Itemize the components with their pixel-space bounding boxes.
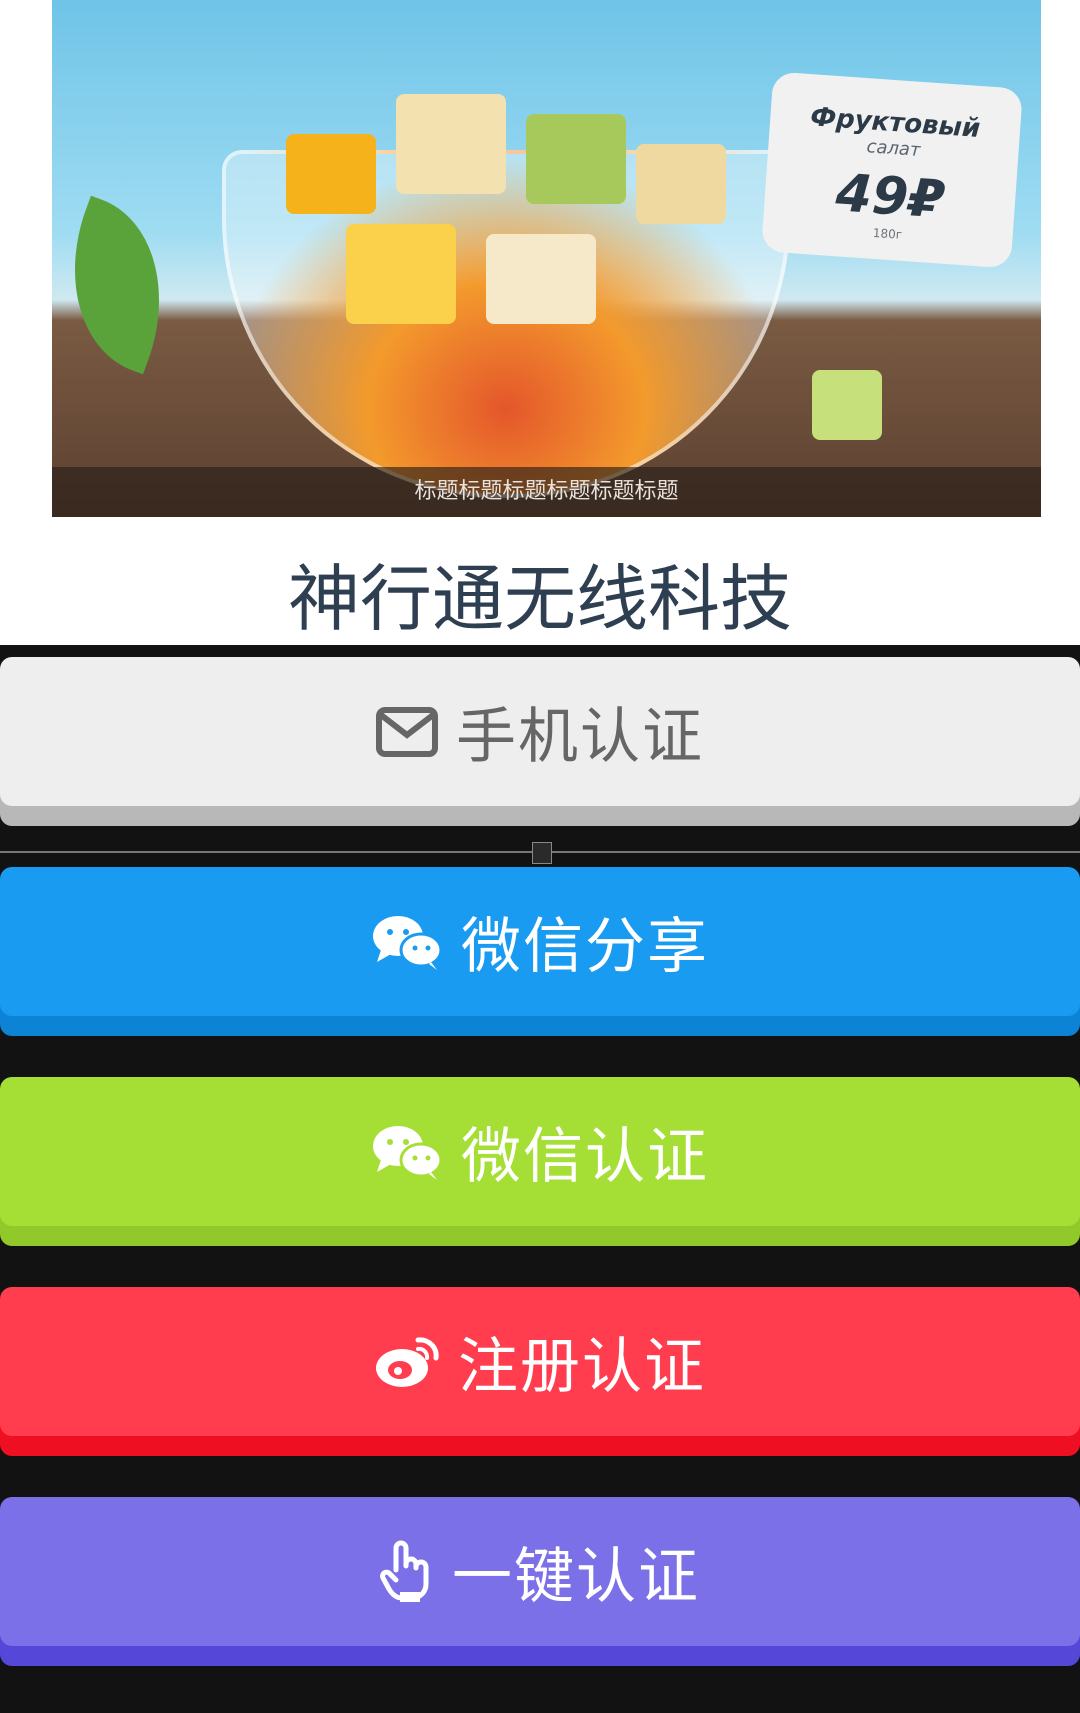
wechat-share-button[interactable]: 微信分享 bbox=[0, 867, 1080, 1016]
page-title: 神行通无线科技 bbox=[287, 557, 792, 641]
wechat-icon bbox=[371, 912, 443, 972]
fruit-cube bbox=[346, 224, 456, 324]
wechat-auth-button[interactable]: 微信认证 bbox=[0, 1077, 1080, 1226]
register-auth-label: 注册认证 bbox=[458, 1332, 706, 1402]
envelope-icon bbox=[376, 706, 438, 757]
banner-caption: 标题标题标题标题标题标题 bbox=[52, 467, 1041, 517]
fruit-bowl bbox=[222, 94, 790, 498]
one-click-auth-label: 一键认证 bbox=[452, 1542, 700, 1612]
wechat-share-label: 微信分享 bbox=[461, 912, 709, 982]
broken-image-icon bbox=[532, 842, 552, 864]
wechat-auth-label: 微信认证 bbox=[461, 1122, 709, 1192]
phone-auth-label: 手机认证 bbox=[456, 702, 704, 772]
weibo-icon bbox=[374, 1334, 440, 1390]
wechat-icon bbox=[371, 1122, 443, 1182]
fruit-cube bbox=[286, 134, 376, 214]
hand-pointer-icon bbox=[380, 1540, 434, 1604]
phone-auth-button[interactable]: 手机认证 bbox=[0, 657, 1080, 806]
fruit-cube bbox=[396, 94, 506, 194]
fruit-cube bbox=[526, 114, 626, 204]
price-tag: Фруктовый салат 49₽ 180г bbox=[761, 71, 1023, 269]
fruit-cube bbox=[636, 144, 726, 224]
header-area: Фруктовый салат 49₽ 180г 标题标题标题标题标题标题 神行… bbox=[0, 0, 1080, 645]
banner-image[interactable]: Фруктовый салат 49₽ 180г 标题标题标题标题标题标题 bbox=[52, 0, 1041, 517]
leaf-decoration bbox=[52, 195, 195, 375]
fruit-cube bbox=[486, 234, 596, 324]
fruit-cube bbox=[812, 370, 882, 440]
register-auth-button[interactable]: 注册认证 bbox=[0, 1287, 1080, 1436]
one-click-auth-button[interactable]: 一键认证 bbox=[0, 1497, 1080, 1646]
